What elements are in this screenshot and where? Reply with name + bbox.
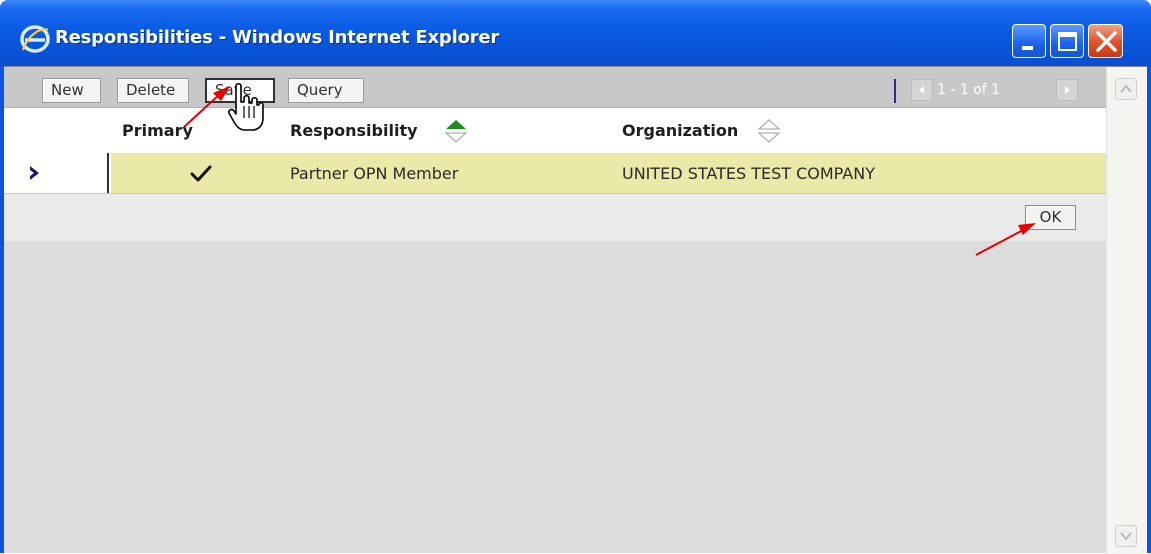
table-row[interactable]: Partner OPN Member UNITED STATES TEST CO…	[4, 153, 1106, 194]
cell-organization[interactable]: UNITED STATES TEST COMPANY	[622, 164, 875, 183]
vertical-scrollbar[interactable]	[1106, 67, 1147, 554]
checkmark-icon	[190, 165, 212, 182]
window-title: Responsibilities - Windows Internet Expl…	[55, 27, 500, 48]
previous-record-button[interactable]	[911, 79, 933, 101]
chevron-right-icon	[30, 166, 39, 180]
chevron-down-icon	[1120, 532, 1132, 541]
minimize-button[interactable]	[1012, 24, 1046, 58]
chevron-right-icon	[1065, 86, 1070, 94]
selected-row-cells[interactable]	[111, 153, 1106, 193]
close-button[interactable]	[1088, 24, 1123, 58]
maximize-button[interactable]	[1050, 24, 1084, 58]
row-selector[interactable]	[4, 153, 109, 193]
column-header-responsibility[interactable]: Responsibility	[290, 121, 418, 140]
title-bar[interactable]: Responsibilities - Windows Internet Expl…	[0, 0, 1151, 66]
scroll-down-button[interactable]	[1115, 525, 1137, 547]
maximize-icon	[1058, 32, 1077, 51]
browser-window: Responsibilities - Windows Internet Expl…	[0, 0, 1151, 554]
minimize-icon	[1022, 46, 1033, 50]
chevron-up-icon	[1120, 84, 1132, 93]
page-content: New Delete Save Query 1 - 1 of 1 Primary…	[4, 66, 1147, 554]
cell-responsibility[interactable]: Partner OPN Member	[290, 164, 458, 183]
internet-explorer-icon	[20, 25, 50, 53]
scroll-up-button[interactable]	[1115, 78, 1137, 100]
sort-ascending-icon[interactable]	[443, 117, 469, 145]
hand-pointer-icon	[228, 82, 264, 131]
column-header-primary[interactable]: Primary	[122, 121, 193, 140]
grid-header: Primary Responsibility Organization	[4, 108, 1106, 153]
close-icon	[1096, 31, 1117, 52]
record-counter: 1 - 1 of 1	[937, 82, 1001, 98]
chevron-left-icon	[919, 86, 924, 94]
column-header-organization[interactable]: Organization	[622, 121, 738, 140]
delete-button[interactable]: Delete	[117, 78, 189, 103]
applet-toolbar: New Delete Save Query 1 - 1 of 1	[4, 67, 1106, 108]
next-record-button[interactable]	[1056, 79, 1078, 101]
new-button[interactable]: New	[42, 78, 101, 103]
sort-unsorted-icon[interactable]	[756, 117, 782, 145]
query-button[interactable]: Query	[288, 78, 364, 103]
toolbar-separator	[894, 79, 896, 103]
ok-button[interactable]: OK	[1025, 205, 1076, 230]
dialog-footer: OK	[4, 194, 1106, 241]
